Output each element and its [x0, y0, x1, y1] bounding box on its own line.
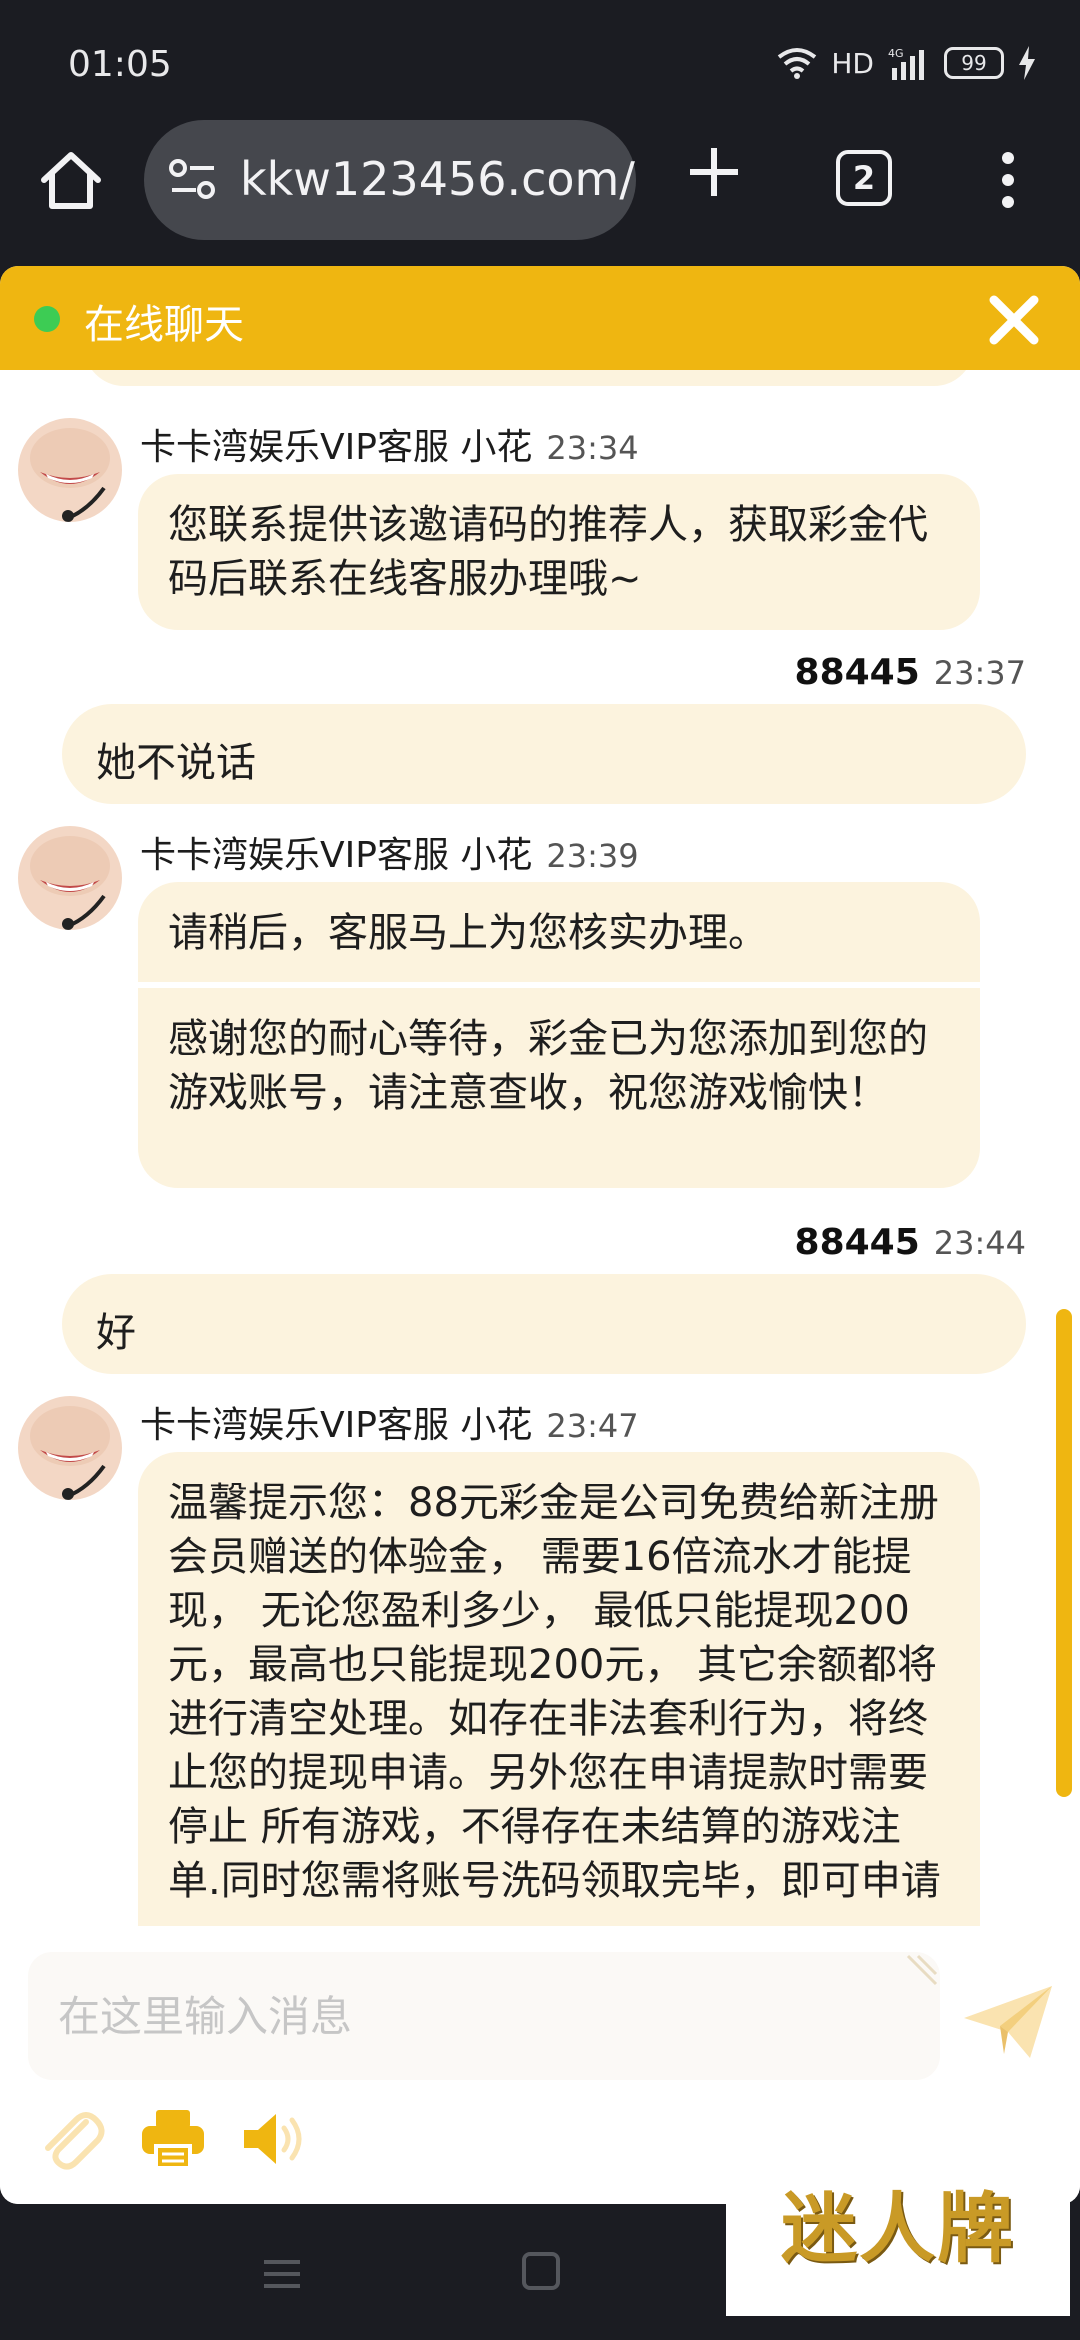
agent-bubble: 您联系提供该邀请码的推荐人，获取彩金代码后联系在线客服办理哦~ [138, 474, 980, 630]
tab-switcher-button[interactable]: 2 [836, 150, 892, 206]
sender-line: 88445 23:44 [795, 1222, 1026, 1263]
close-icon[interactable] [986, 292, 1042, 348]
home-icon[interactable] [36, 146, 106, 216]
sender-name: 卡卡湾娱乐VIP客服 小花 [140, 1405, 533, 1446]
send-icon[interactable] [960, 1982, 1056, 2062]
battery-icon: 99 [944, 47, 1004, 79]
resize-handle-icon[interactable] [904, 1952, 940, 1988]
agent-bubble: 请稍后，客服马上为您核实办理。 [138, 882, 980, 982]
user-bubble: 好 [62, 1274, 1026, 1374]
message-time: 23:39 [546, 837, 639, 875]
chat-title: 在线聊天 [84, 302, 244, 348]
address-bar[interactable]: kkw123456.com/ [144, 120, 636, 240]
chat-header: 在线聊天 [0, 266, 1080, 370]
agent-bubble: 温馨提示您：88元彩金是公司免费给新注册会员赠送的体验金， 需要16倍流水才能提… [138, 1452, 980, 1926]
more-menu-icon[interactable] [996, 150, 1020, 210]
signal-icon: 4G [888, 47, 924, 80]
message-time: 23:47 [546, 1407, 639, 1445]
battery-level: 99 [961, 51, 987, 75]
wifi-icon [778, 48, 817, 79]
status-icons: HD 4G 99 [777, 46, 1036, 80]
browser-toolbar: kkw123456.com/ 2 [0, 120, 1080, 266]
agent-bubble: 感谢您的耐心等待，彩金已为您添加到您的游戏账号，请注意查收，祝您游戏愉快！ [138, 988, 980, 1188]
sender-name: 88445 [794, 1222, 920, 1263]
agent-avatar [18, 418, 122, 522]
message-time: 23:34 [546, 429, 639, 467]
online-status-icon [34, 306, 60, 332]
chat-panel: 在线聊天 卡卡湾娱乐VIP客服 小花 23:34 您联系提供该邀请码的推荐人，获取… [0, 266, 1080, 2204]
print-icon[interactable] [138, 2104, 208, 2174]
status-time: 01:05 [68, 44, 172, 85]
sender-line: 卡卡湾娱乐VIP客服 小花 23:34 [140, 418, 639, 470]
new-tab-icon[interactable] [686, 144, 742, 200]
attachment-icon[interactable] [36, 2104, 106, 2174]
chat-scrollbar[interactable] [1056, 1309, 1072, 1797]
hd-indicator: HD [831, 46, 874, 80]
sender-line: 卡卡湾娱乐VIP客服 小花 23:47 [140, 1396, 639, 1448]
user-bubble: 她不说话 [62, 704, 1026, 804]
message-list[interactable]: 卡卡湾娱乐VIP客服 小花 23:34 您联系提供该邀请码的推荐人，获取彩金代码后… [0, 370, 1080, 1926]
site-settings-icon[interactable] [168, 158, 218, 202]
system-navigation-bar [0, 2204, 1080, 2340]
agent-avatar [18, 826, 122, 930]
sound-icon[interactable] [240, 2104, 310, 2174]
url-text: kkw123456.com/ [240, 152, 635, 206]
message-time: 23:37 [933, 654, 1026, 692]
sender-name: 卡卡湾娱乐VIP客服 小花 [140, 835, 533, 876]
recent-apps-icon[interactable] [262, 2254, 302, 2294]
sender-name: 88445 [794, 652, 920, 693]
network-label: 4G [888, 47, 904, 60]
previous-message-bubble [84, 370, 974, 386]
agent-avatar [18, 1396, 122, 1500]
sender-line: 卡卡湾娱乐VIP客服 小花 23:39 [140, 826, 639, 878]
sender-line: 88445 23:37 [795, 652, 1026, 693]
message-time: 23:44 [933, 1224, 1026, 1262]
sender-name: 卡卡湾娱乐VIP客服 小花 [140, 427, 533, 468]
home-nav-icon[interactable] [522, 2252, 560, 2290]
charging-icon [1019, 46, 1035, 80]
message-input[interactable] [28, 1952, 940, 2080]
status-bar: 01:05 HD 4G 99 [0, 0, 1080, 130]
